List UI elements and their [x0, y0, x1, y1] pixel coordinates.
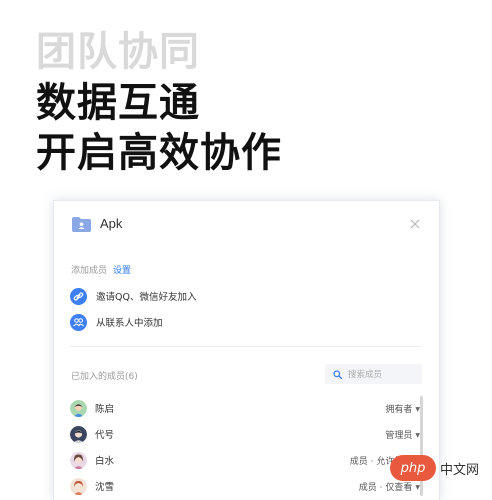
- divider: [70, 346, 421, 347]
- hero-line-data: 数据互通: [36, 80, 200, 126]
- hero-heading: 团队协同 数据互通 开启高效协作: [36, 28, 282, 178]
- member-role: 拥有者: [385, 404, 413, 415]
- search-placeholder: 搜索成员: [348, 370, 383, 380]
- watermark-badge: php: [390, 455, 436, 481]
- hero-line-team: 团队协同: [36, 29, 200, 75]
- member-role-dropdown[interactable]: 拥有者 ▼: [385, 402, 420, 415]
- watermark-text: 中文网: [440, 462, 480, 478]
- member-search-input[interactable]: 搜索成员: [325, 364, 422, 384]
- dialog-title: Apk: [100, 216, 123, 231]
- member-role: 管理员: [385, 430, 413, 441]
- member-name: 陈启: [95, 404, 115, 415]
- member-name: 代号: [95, 430, 115, 441]
- member-name: 白水: [95, 456, 115, 467]
- avatar: [70, 451, 87, 469]
- member-row[interactable]: 代号 管理员 ▼: [70, 424, 420, 444]
- member-name: 沈雪: [95, 482, 115, 493]
- watermark-logo: php 中文网: [390, 453, 488, 483]
- avatar: [70, 477, 87, 495]
- close-icon[interactable]: [410, 219, 420, 229]
- dialog-header: Apk: [54, 201, 439, 249]
- member-role: 成员 · 仅查看: [358, 482, 413, 493]
- invite-friends-button[interactable]: 邀请QQ、微信好友加入: [70, 287, 196, 305]
- share-dialog: Apk 添加成员 设置 邀请QQ、微信好友加入 从联系人中添加 已加入的成员(6…: [53, 200, 440, 500]
- contacts-icon: [70, 313, 87, 331]
- add-from-contacts-label: 从联系人中添加: [96, 318, 163, 329]
- add-members-row: 添加成员 设置: [71, 263, 131, 276]
- member-row[interactable]: 沈雪 成员 · 仅查看 ▼: [70, 476, 420, 496]
- joined-members-label: 已加入的成员(6): [71, 372, 138, 382]
- search-icon: [333, 369, 342, 379]
- avatar: [70, 425, 87, 443]
- hero-line-collab: 开启高效协作: [36, 130, 282, 176]
- avatar: [70, 399, 87, 417]
- invite-friends-label: 邀请QQ、微信好友加入: [96, 292, 197, 303]
- folder-icon: [72, 217, 91, 232]
- settings-link[interactable]: 设置: [113, 266, 131, 276]
- member-row[interactable]: 白水 成员 · 允许编辑▼: [70, 450, 420, 470]
- member-row[interactable]: 陈启 拥有者 ▼: [70, 398, 420, 418]
- member-role-dropdown[interactable]: 管理员 ▼: [385, 428, 420, 441]
- add-from-contacts-button[interactable]: 从联系人中添加: [70, 313, 163, 331]
- add-members-label: 添加成员: [71, 266, 108, 276]
- link-icon: [70, 287, 87, 305]
